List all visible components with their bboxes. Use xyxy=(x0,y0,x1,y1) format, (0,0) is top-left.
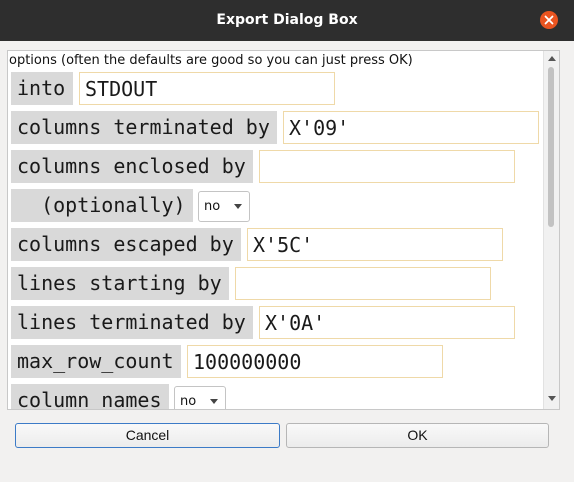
window-title: Export Dialog Box xyxy=(216,12,358,28)
lines-terminated-by-label: lines terminated by xyxy=(11,306,253,339)
scroll-down-icon[interactable] xyxy=(548,396,556,401)
cancel-button[interactable]: Cancel xyxy=(15,423,280,448)
optionally-selected-value: no xyxy=(204,199,221,214)
optionally-label: (optionally) xyxy=(11,189,193,222)
chevron-down-icon xyxy=(234,204,242,209)
scrollbar-thumb[interactable] xyxy=(548,67,554,227)
scroll-up-icon[interactable] xyxy=(548,56,556,61)
lines-terminated-by-input[interactable]: X'0A' xyxy=(259,306,515,339)
column-names-select[interactable]: no xyxy=(174,386,226,409)
close-icon xyxy=(544,15,554,25)
lines-starting-by-input[interactable] xyxy=(235,267,491,300)
close-button[interactable] xyxy=(540,11,558,29)
vertical-scrollbar[interactable] xyxy=(543,51,559,409)
optionally-select[interactable]: no xyxy=(198,191,250,222)
column-names-selected-value: no xyxy=(180,394,197,409)
into-input[interactable]: STDOUT xyxy=(79,72,335,105)
columns-escaped-by-label: columns escaped by xyxy=(11,228,241,261)
lines-starting-by-label: lines starting by xyxy=(11,267,229,300)
dialog-body: options (often the defaults are good so … xyxy=(0,41,574,482)
options-scroll-area[interactable]: options (often the defaults are good so … xyxy=(7,50,560,410)
columns-enclosed-by-input[interactable] xyxy=(259,150,515,183)
columns-enclosed-by-label: columns enclosed by xyxy=(11,150,253,183)
ok-button[interactable]: OK xyxy=(286,423,549,448)
column-names-label: column_names xyxy=(11,384,169,409)
into-label: into xyxy=(11,72,73,105)
columns-escaped-by-input[interactable]: X'5C' xyxy=(247,228,503,261)
max-row-count-input[interactable]: 100000000 xyxy=(187,345,443,378)
columns-terminated-by-input[interactable]: X'09' xyxy=(283,111,539,144)
chevron-down-icon xyxy=(210,399,218,404)
max-row-count-label: max_row_count xyxy=(11,345,181,378)
intro-text: options (often the defaults are good so … xyxy=(9,53,413,68)
columns-terminated-by-label: columns terminated by xyxy=(11,111,277,144)
title-bar: Export Dialog Box xyxy=(0,0,574,41)
